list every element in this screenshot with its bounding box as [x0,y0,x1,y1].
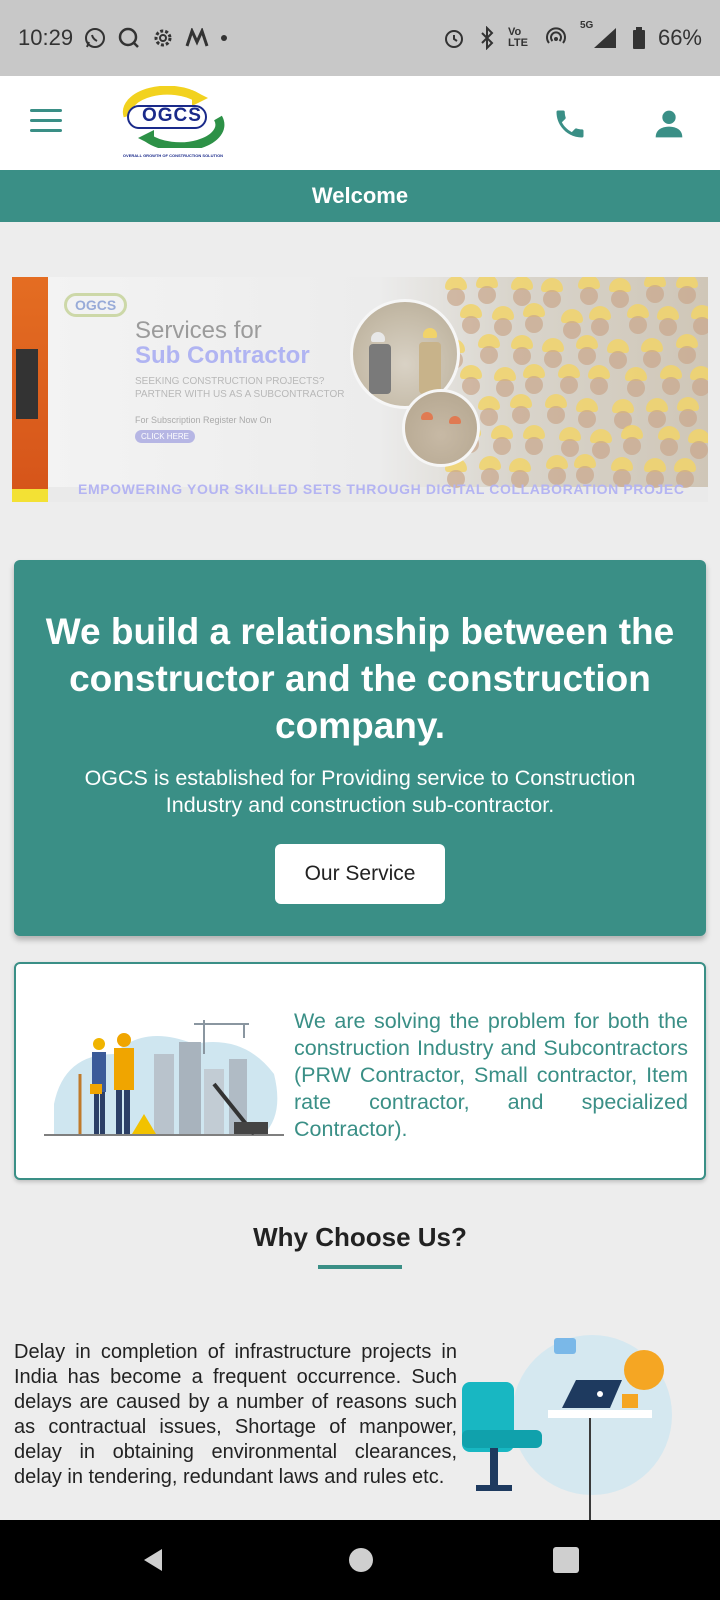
banner-orange-strip [12,277,48,489]
ogcs-logo[interactable]: OGCS OVERALL GROWTH OF CONSTRUCTION SOLU… [118,85,228,158]
worker-face [492,437,511,456]
banner-subtitle: SEEKING CONSTRUCTION PROJECTS? PARTNER W… [135,375,344,401]
worker-face [658,318,677,337]
status-bar: 10:29 Vo LTE 5G 66% [0,0,720,76]
worker-face [479,407,498,426]
workspace-illustration [462,1330,692,1520]
chat-icon [117,26,141,50]
worker-face [579,287,598,306]
worker-face [689,440,708,459]
phone-icon[interactable] [552,106,588,142]
worker-face [562,320,581,339]
user-icon[interactable] [653,108,685,140]
worker-face [543,349,562,368]
worker-face [525,315,544,334]
banner-yellow-strip [12,489,48,502]
worker-face [590,317,609,336]
worker-face [578,347,597,366]
our-service-button[interactable]: Our Service [275,844,445,904]
worker-face [590,377,609,396]
worker-face [462,315,481,334]
hero-heading: We build a relationship between the cons… [45,611,675,746]
back-icon[interactable] [140,1547,166,1573]
title-underline [318,1265,402,1269]
worker-face [543,290,562,309]
banner-subtitle-line2: PARTNER WITH US AS A SUBCONTRACTOR [135,389,345,400]
signal-icon: 5G [580,20,620,50]
construction-illustration [44,1014,284,1144]
worker-face [525,437,544,456]
worker-face [647,410,666,429]
worker-face [627,378,646,397]
worker-face [677,346,696,365]
worker-face [479,346,498,365]
logo-subtext: OVERALL GROWTH OF CONSTRUCTION SOLUTION [122,153,224,158]
settings-icon [151,26,175,50]
why-choose-us-title: Why Choose Us? [253,1222,467,1252]
worker-face [511,406,530,425]
worker-face [628,316,647,335]
hero-card: We build a relationship between the cons… [14,560,706,936]
worker-face [661,376,680,395]
alarm-icon [442,26,466,50]
dot-icon [219,33,229,43]
maps-icon [185,28,209,48]
banner-logo: OGCS [64,293,128,317]
worker-face [477,286,496,305]
home-icon[interactable] [349,1548,373,1572]
worker-face [495,378,514,397]
workers-crowd-image [442,277,708,489]
menu-icon[interactable] [30,109,62,133]
recents-icon[interactable] [553,1547,579,1573]
bluetooth-icon [478,26,496,50]
volte-icon: Vo LTE [507,26,528,49]
worker-face [679,408,698,427]
why-choose-us-text: Delay in completion of infrastructure pr… [14,1341,457,1488]
network-label: 5G [579,20,594,31]
banner-title-highlight: Sub Contractor [135,342,310,369]
worker-face [446,288,465,307]
promo-banner[interactable]: OGCS Services for Sub Contractor SEEKING… [12,277,708,502]
banner-marquee-text: EMPOWERING YOUR SKILLED SETS THROUGH DIG… [78,481,685,497]
worker-face [691,377,708,396]
worker-face [623,437,642,456]
worker-face [559,375,578,394]
hotspot-icon [544,26,568,50]
worker-face [547,405,566,424]
battery-icon [632,26,646,50]
worker-face [591,440,610,459]
banner-register-text: For Subscription Register Now On [135,415,272,425]
whatsapp-icon [83,26,107,50]
workers-photo [402,389,480,467]
worker-face [461,377,480,396]
hero-description: OGCS is established for Providing servic… [84,766,636,817]
logo-text: OGCS [142,105,202,126]
banner-click-here-button[interactable]: CLICK HERE [135,430,196,443]
worker-face [609,350,628,369]
worker-face [494,317,513,336]
worker-face [561,439,580,458]
battery-percentage: 66% [657,25,702,50]
worker-face [645,285,664,304]
worker-face [610,289,629,308]
worker-face [677,286,696,305]
worker-face [643,350,662,369]
info-text: We are solving the problem for both the … [294,1009,688,1141]
banner-subtitle-line1: SEEKING CONSTRUCTION PROJECTS? [135,376,325,387]
worker-face [693,316,708,335]
worker-face [524,376,543,395]
welcome-bar: Welcome [0,170,720,222]
worker-face [577,409,596,428]
banner-title: Services for [135,317,262,344]
info-card: We are solving the problem for both the … [14,962,706,1180]
app-header: OGCS OVERALL GROWTH OF CONSTRUCTION SOLU… [0,76,720,170]
status-time: 10:29 [18,25,74,50]
worker-face [659,437,678,456]
worker-face [513,346,532,365]
